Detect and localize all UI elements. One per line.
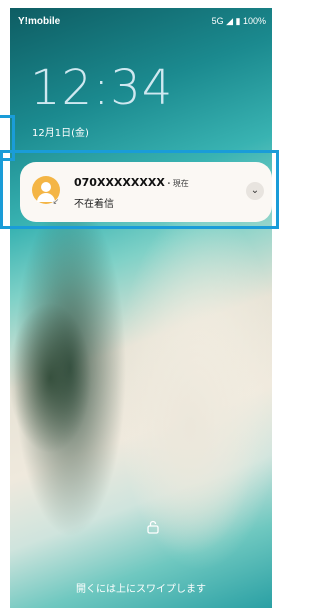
- unlock-hint: 開くには上にスワイプします: [76, 584, 206, 595]
- status-bar: Y!mobile 5G ◢ ▮ 100%: [10, 12, 272, 32]
- status-indicators: 5G ◢ ▮ 100%: [211, 16, 266, 26]
- lock-date: 12月1日(金): [32, 128, 89, 139]
- highlight-frame: [0, 150, 279, 229]
- unlock-icon: [146, 520, 160, 534]
- lock-clock: 12:34: [30, 60, 174, 116]
- wallpaper-beach: [70, 268, 272, 598]
- lock-screen[interactable]: Y!mobile 5G ◢ ▮ 100% 12:34 12月1日(金) ↙ 07…: [10, 8, 272, 608]
- carrier-label: Y!mobile: [18, 16, 61, 27]
